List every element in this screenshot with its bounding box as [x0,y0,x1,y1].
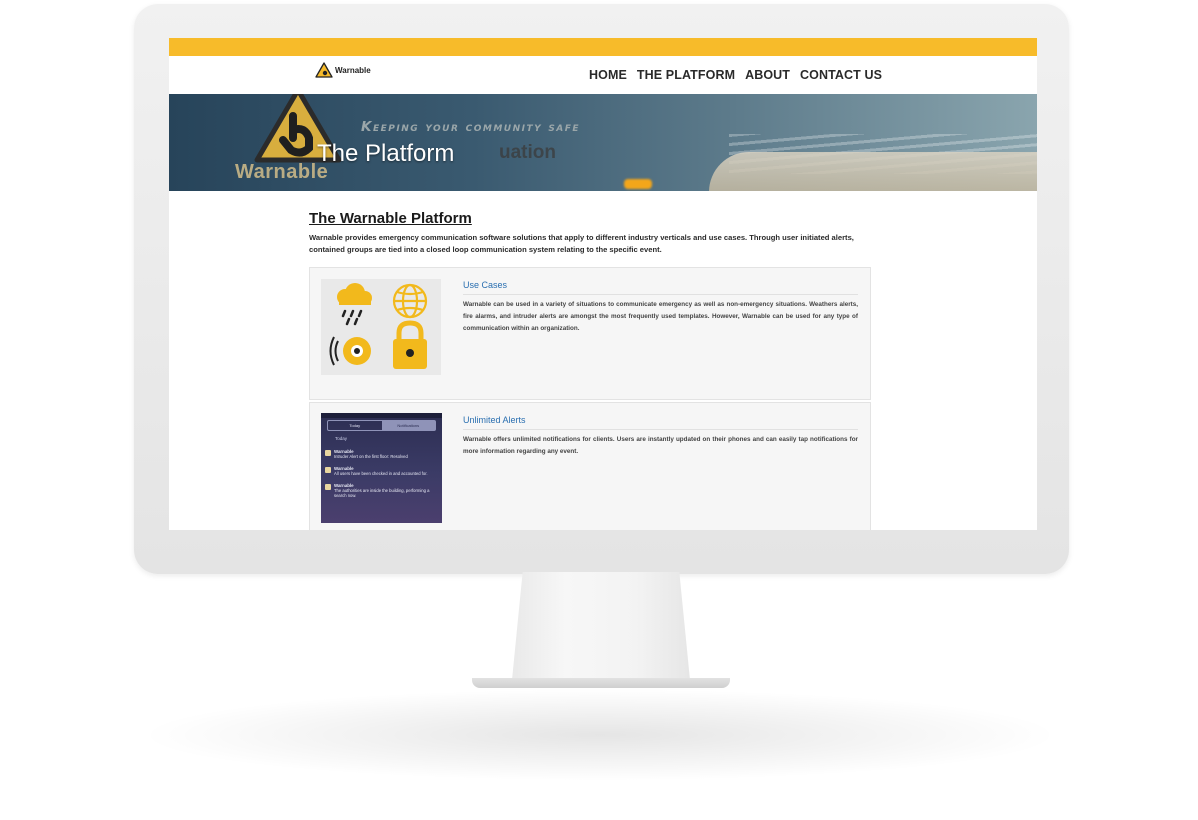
notification-text: All users have been checked in and accou… [334,471,428,476]
monitor-stand [512,572,690,680]
card-body: Unlimited Alerts Warnable offers unlimit… [463,415,858,458]
section-heading: The Warnable Platform [309,210,472,227]
nav-home[interactable]: HOME [589,68,627,82]
main-content: The Warnable Platform Warnable provides … [309,210,889,255]
monitor-shadow [150,690,1050,780]
notification-text: Intruder Alert on the first floor: Resol… [334,454,408,459]
main-nav: HOME THE PLATFORM ABOUT CONTACT US [589,68,882,82]
notification-text: The authorities are inside the building,… [334,488,430,498]
phone-notifications-image: Today Notifications Today Warnable Intrud… [321,413,442,523]
hero-tagline: Keeping your community safe [361,119,581,135]
phone-notification: Warnable Intruder Alert on the first floo… [321,447,442,461]
card-divider [463,429,858,430]
nav-the-platform[interactable]: THE PLATFORM [637,68,735,82]
hero-banner: Keeping your community safe uation Warna… [169,94,1037,191]
phone-tab-notifications: Notifications [381,421,435,430]
card-divider [463,294,858,295]
nav-about[interactable]: ABOUT [745,68,790,82]
accent-bar [169,38,1037,56]
intro-text: Warnable provides emergency communicatio… [309,233,854,254]
page-title: The Platform [317,140,455,167]
nav-contact-us[interactable]: CONTACT US [800,68,882,82]
warnable-app-icon [325,450,331,456]
hero-background-text: uation [499,142,556,163]
warnable-app-icon [325,467,331,473]
use-cases-image [321,279,441,375]
phone-notification: Warnable The authorities are inside the b… [321,481,442,500]
card-text-unlimited-alerts: Warnable offers unlimited notifications … [463,436,858,455]
phone-status-bar [321,413,442,418]
logo-text: Warnable [335,65,371,75]
site-header: Warnable HOME THE PLATFORM ABOUT CONTACT… [169,56,1037,94]
card-body: Use Cases Warnable can be used in a vari… [463,280,858,335]
phone-notification: Warnable All users have been checked in a… [321,464,442,478]
warnable-app-icon [325,484,331,490]
hero-light [624,179,652,189]
phone-tab-today: Today [349,423,361,428]
card-title-unlimited-alerts[interactable]: Unlimited Alerts [463,415,858,425]
site-logo[interactable]: Warnable [315,62,371,78]
card-title-use-cases[interactable]: Use Cases [463,280,858,290]
browser-screen: Warnable HOME THE PLATFORM ABOUT CONTACT… [169,38,1037,530]
hero-brand-text: Warnable [235,161,329,183]
phone-section-label: Today [335,436,348,441]
feature-card-unlimited-alerts: Today Notifications Today Warnable Intrud… [309,402,871,530]
warning-hand-icon [315,62,333,78]
monitor-base [472,678,730,688]
phone-tabs: Today Notifications [327,420,436,431]
hero-vehicle-image [709,152,1037,191]
feature-card-use-cases: Use Cases Warnable can be used in a vari… [309,267,871,400]
card-text-use-cases: Warnable can be used in a variety of sit… [463,301,858,332]
